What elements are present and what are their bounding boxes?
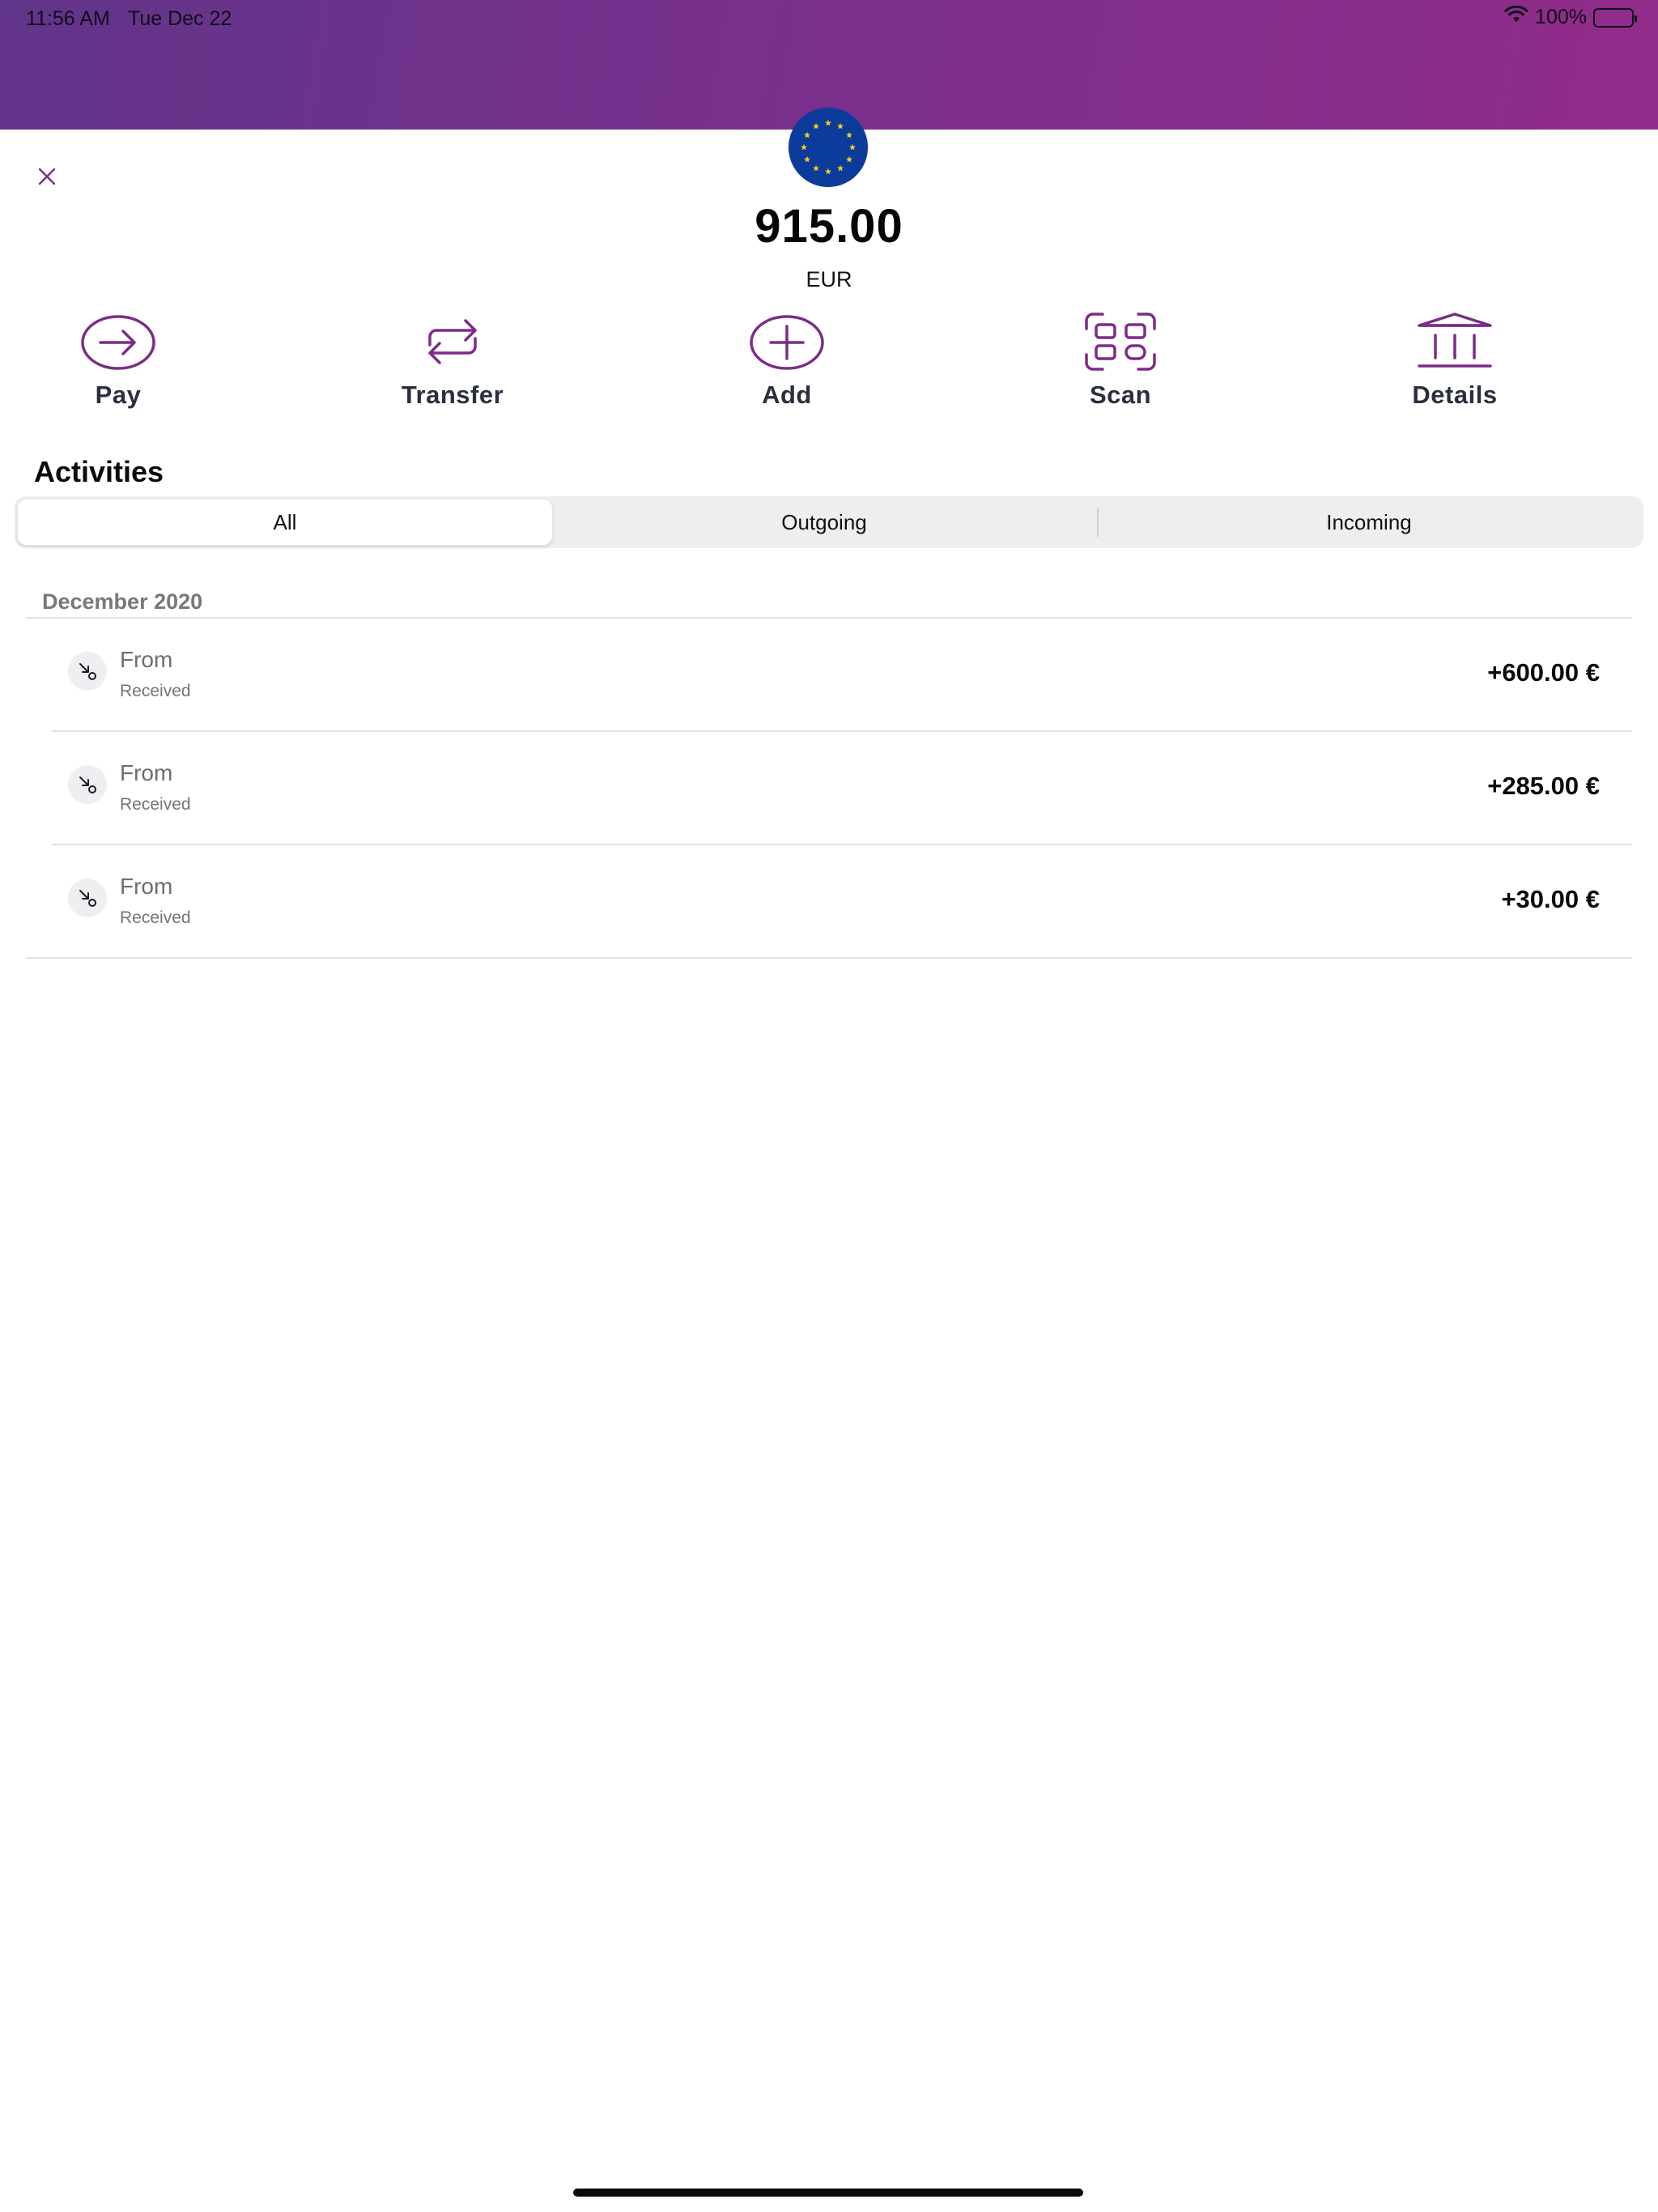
tab-outgoing[interactable]: Outgoing bbox=[555, 500, 1093, 545]
transfer-button[interactable]: Transfer bbox=[363, 313, 542, 410]
incoming-arrow-icon bbox=[68, 878, 107, 917]
transaction-status: Received bbox=[120, 795, 191, 814]
flag-star bbox=[813, 164, 819, 172]
account-balance: 915.00 bbox=[755, 200, 903, 253]
flag-star bbox=[804, 155, 811, 163]
flag-star bbox=[845, 155, 852, 163]
activities-title: Activities bbox=[34, 455, 164, 488]
status-time: 11:56 AM bbox=[26, 7, 110, 30]
activity-filter-segmented-control: All Outgoing Incoming bbox=[15, 496, 1643, 548]
flag-star bbox=[837, 164, 844, 172]
wifi-icon bbox=[1504, 5, 1528, 29]
account-detail-screen: 11:56 AM Tue Dec 22 100% 915.00 EUR Pay … bbox=[0, 0, 1658, 2212]
battery-icon bbox=[1593, 7, 1637, 28]
close-button[interactable] bbox=[31, 160, 63, 193]
flag-star bbox=[801, 143, 807, 151]
home-indicator[interactable] bbox=[573, 2189, 1083, 2197]
details-label: Details bbox=[1412, 381, 1498, 409]
plus-circle-icon bbox=[750, 315, 824, 370]
transaction-amount: +600.00 € bbox=[1487, 658, 1600, 687]
transaction-status: Received bbox=[120, 682, 191, 700]
section-header-month: December 2020 bbox=[42, 589, 203, 614]
transfer-arrows-icon bbox=[428, 319, 477, 364]
list-bottom-divider bbox=[26, 957, 1632, 959]
pay-button[interactable]: Pay bbox=[29, 313, 207, 410]
flag-star bbox=[837, 122, 844, 130]
flag-star bbox=[813, 122, 819, 130]
flag-star bbox=[825, 168, 831, 175]
status-indicators: 100% bbox=[1504, 5, 1637, 29]
close-icon bbox=[38, 168, 56, 185]
incoming-arrow-icon bbox=[68, 652, 107, 691]
scan-grid-icon bbox=[1085, 313, 1156, 371]
transfer-label: Transfer bbox=[401, 381, 504, 409]
bank-icon bbox=[1418, 313, 1492, 368]
tab-all[interactable]: All bbox=[18, 500, 552, 545]
eu-flag-icon bbox=[789, 108, 868, 187]
account-currency: EUR bbox=[806, 267, 852, 291]
details-button[interactable]: Details bbox=[1366, 313, 1544, 410]
status-date: Tue Dec 22 bbox=[128, 7, 232, 30]
transaction-row[interactable]: From Received +30.00 € bbox=[52, 844, 1619, 958]
transaction-amount: +285.00 € bbox=[1487, 772, 1600, 800]
add-label: Add bbox=[762, 381, 812, 409]
segment-divider bbox=[1097, 508, 1099, 537]
arrow-right-circle-icon bbox=[81, 315, 155, 370]
flag-star bbox=[825, 119, 831, 126]
transaction-amount: +30.00 € bbox=[1501, 885, 1600, 913]
flag-star bbox=[804, 131, 811, 138]
tab-incoming[interactable]: Incoming bbox=[1099, 500, 1639, 545]
transaction-title: From bbox=[120, 647, 173, 672]
scan-button[interactable]: Scan bbox=[1031, 313, 1209, 410]
transaction-title: From bbox=[120, 874, 173, 899]
transaction-status: Received bbox=[120, 908, 191, 927]
pay-label: Pay bbox=[95, 381, 142, 409]
flag-star bbox=[849, 143, 856, 151]
flag-star bbox=[845, 131, 852, 138]
incoming-arrow-icon bbox=[68, 765, 107, 804]
transaction-row[interactable]: From Received +600.00 € bbox=[52, 618, 1619, 731]
scan-label: Scan bbox=[1089, 381, 1152, 409]
transaction-row[interactable]: From Received +285.00 € bbox=[52, 731, 1619, 844]
transaction-title: From bbox=[120, 760, 173, 785]
status-bar: 11:56 AM Tue Dec 22 100% bbox=[0, 0, 1658, 39]
add-button[interactable]: Add bbox=[698, 313, 876, 410]
battery-percent: 100% bbox=[1535, 6, 1587, 28]
